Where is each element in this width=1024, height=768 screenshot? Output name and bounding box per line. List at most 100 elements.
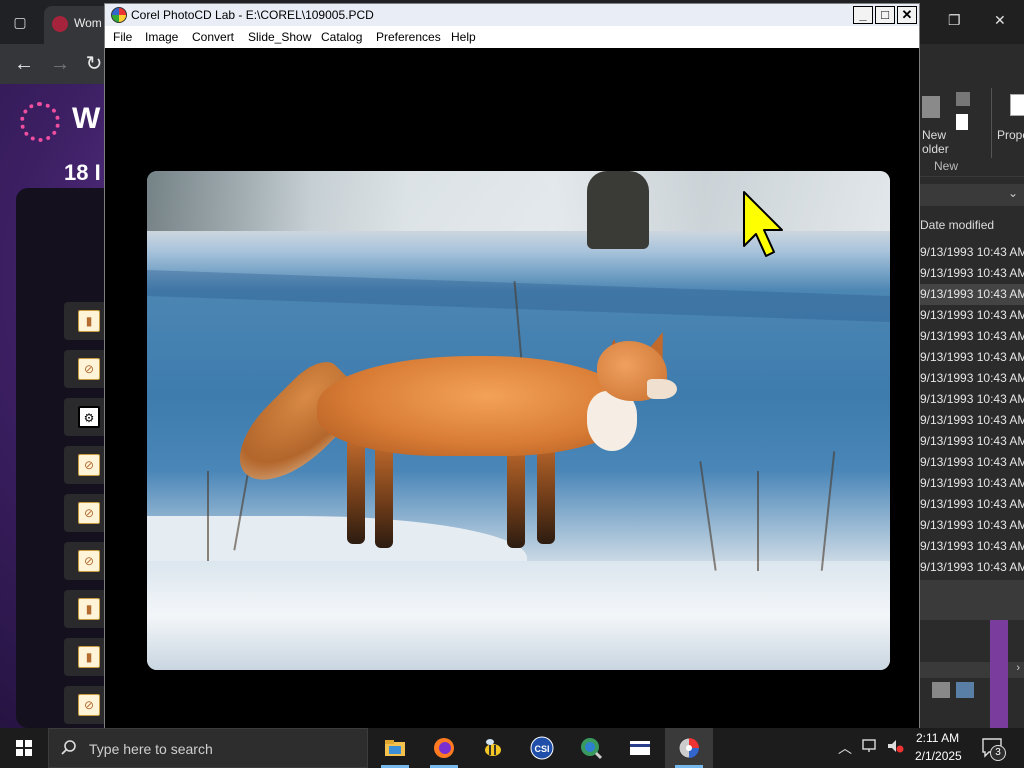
site-title: W [72,102,101,135]
bee-icon [485,739,501,756]
fox-leg [375,443,393,548]
taskbar-search-box[interactable]: Type here to search [48,728,368,768]
file-date-modified[interactable]: 9/13/1993 10:43 AM [918,263,1024,284]
copy-icon[interactable] [956,92,970,106]
explorer-panel [918,580,1024,620]
file-date-modified[interactable]: 9/13/1993 10:43 AM [918,410,1024,431]
file-date-modified[interactable]: 9/13/1993 10:43 AM [918,494,1024,515]
menu-catalog[interactable]: Catalog [321,30,362,44]
gear-icon: ⚙ [78,406,100,428]
volume-muted-icon[interactable] [886,738,904,754]
fox-leg [347,439,365,544]
search-icon [61,740,76,755]
network-icon[interactable] [862,738,880,754]
menu-preferences[interactable]: Preferences [376,30,441,44]
file-date-modified[interactable]: 9/13/1993 10:43 AM [918,473,1024,494]
photo-snow-shadow [147,270,890,322]
file-date-modified[interactable]: 9/13/1993 10:43 AM [918,431,1024,452]
tiles-view-icon[interactable] [956,682,974,698]
title-bar[interactable]: Corel PhotoCD Lab - E:\COREL\109005.PCD … [105,4,919,26]
properties-icon[interactable] [1010,94,1024,116]
maximize-button[interactable]: □ [875,6,895,24]
file-date-modified[interactable]: 9/13/1993 10:43 AM [918,305,1024,326]
explorer-ribbon: New older New Prope [918,84,1024,177]
file-date-modified[interactable]: 9/13/1993 10:43 AM [918,452,1024,473]
clock-date[interactable]: 2/1/2025 [915,749,962,763]
properties-label[interactable]: Prope [997,128,1024,142]
explorer-status-bar [918,680,1024,704]
menu-file[interactable]: File [113,30,132,44]
notification-count-badge: 3 [990,745,1006,761]
fox-body [317,356,627,456]
forward-arrow-icon[interactable]: → [46,50,74,78]
new-folder-icon[interactable] [922,96,940,118]
yellow-pointer-icon [743,191,783,257]
csi-icon: CSI [530,736,554,760]
photo-foreground-snow [147,561,890,670]
taskbar-card-app[interactable] [616,728,664,768]
close-icon[interactable]: ✕ [994,12,1006,29]
fox-leg [537,439,555,544]
file-date-modified[interactable]: 9/13/1993 10:43 AM [918,368,1024,389]
fox-snout [647,379,677,399]
svg-text:CSI: CSI [534,744,549,754]
tab-menu-icon[interactable]: ▢ [8,10,32,34]
horizontal-scrollbar[interactable]: › [918,662,1024,678]
close-button[interactable]: ✕ [897,6,917,24]
new-folder-label[interactable]: New older [922,128,962,156]
taskbar-photocd[interactable] [665,728,713,768]
photo-tree-trunk [587,171,649,249]
file-date-modified[interactable]: 9/13/1993 10:43 AM [918,536,1024,557]
image-viewport[interactable] [105,48,919,729]
file-date-modified[interactable]: 9/13/1993 10:43 AM [918,242,1024,263]
file-date-modified[interactable]: 9/13/1993 10:43 AM [918,557,1024,578]
fox-leg [507,443,525,548]
favicon-icon [52,16,68,32]
taskbar-globe-app[interactable] [567,728,615,768]
card-icon [630,741,650,755]
column-header-date-modified[interactable]: Date modified [920,218,994,232]
taskbar-csi-app[interactable]: CSI [518,728,566,768]
scroll-right-icon[interactable]: › [1016,662,1020,674]
file-date-modified[interactable]: 9/13/1993 10:43 AM [918,284,1024,305]
desktop-background [990,620,1008,728]
firefox-icon [434,738,454,758]
minimize-button[interactable]: _ [853,6,873,24]
taskbar-bee-app[interactable] [469,728,517,768]
blocked-file-icon: ⊘ [78,454,100,476]
site-logo-icon [20,102,60,142]
ribbon-divider [991,88,992,158]
menu-image[interactable]: Image [145,30,178,44]
explorer-address-bar[interactable]: ⌄ [918,184,1024,206]
folder-icon [385,740,405,756]
taskbar-firefox[interactable] [420,728,468,768]
back-arrow-icon[interactable]: ← [10,50,38,78]
file-date-list: 9/13/1993 10:43 AM 9/13/1993 10:43 AM 9/13… [918,242,1024,578]
windows-start-icon[interactable] [0,728,48,768]
file-date-modified[interactable]: 9/13/1993 10:43 AM [918,515,1024,536]
photocd-window: Corel PhotoCD Lab - E:\COREL\109005.PCD … [104,3,920,730]
ribbon-group-label: New [934,159,959,173]
show-hidden-icons-icon[interactable]: ︿ [838,738,852,758]
blocked-file-icon: ⊘ [78,358,100,380]
file-date-modified[interactable]: 9/13/1993 10:43 AM [918,326,1024,347]
file-icon: ▮ [78,598,100,620]
photo-grass [757,471,759,571]
photocd-icon[interactable] [111,7,127,23]
clock-time[interactable]: 2:11 AM [916,731,959,745]
blocked-file-icon: ⊘ [78,550,100,572]
blocked-file-icon: ⊘ [78,502,100,524]
taskbar-file-explorer[interactable] [371,728,419,768]
globe-search-icon [581,738,603,760]
menu-slide-show[interactable]: Slide_Show [248,30,311,44]
file-date-modified[interactable]: 9/13/1993 10:43 AM [918,389,1024,410]
photocd-icon [678,737,700,759]
details-view-icon[interactable] [932,682,950,698]
browser-tab[interactable]: Wom [44,6,110,44]
file-date-modified[interactable]: 9/13/1993 10:43 AM [918,347,1024,368]
browser-tab-title: Wom [74,16,102,30]
menu-help[interactable]: Help [451,30,476,44]
chevron-down-icon[interactable]: ⌄ [1008,186,1018,200]
restore-icon[interactable]: ❐ [948,12,961,29]
menu-convert[interactable]: Convert [192,30,234,44]
